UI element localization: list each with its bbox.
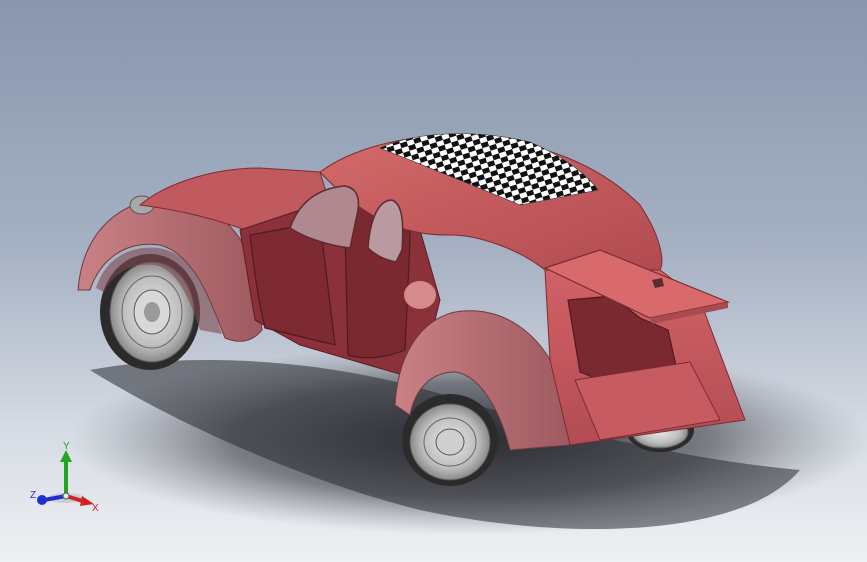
rear-wheel bbox=[402, 394, 498, 486]
axis-triad: Y X Z bbox=[30, 441, 99, 514]
z-axis-label: Z bbox=[30, 490, 36, 501]
interior-seat bbox=[404, 281, 436, 309]
z-axis-arrow bbox=[37, 495, 47, 505]
car-model-scene[interactable] bbox=[0, 0, 867, 562]
graphics-viewport[interactable]: Y X Z bbox=[0, 0, 867, 562]
y-axis-label: Y bbox=[63, 441, 70, 452]
origin-point bbox=[62, 492, 70, 500]
x-axis-label: X bbox=[92, 503, 99, 514]
